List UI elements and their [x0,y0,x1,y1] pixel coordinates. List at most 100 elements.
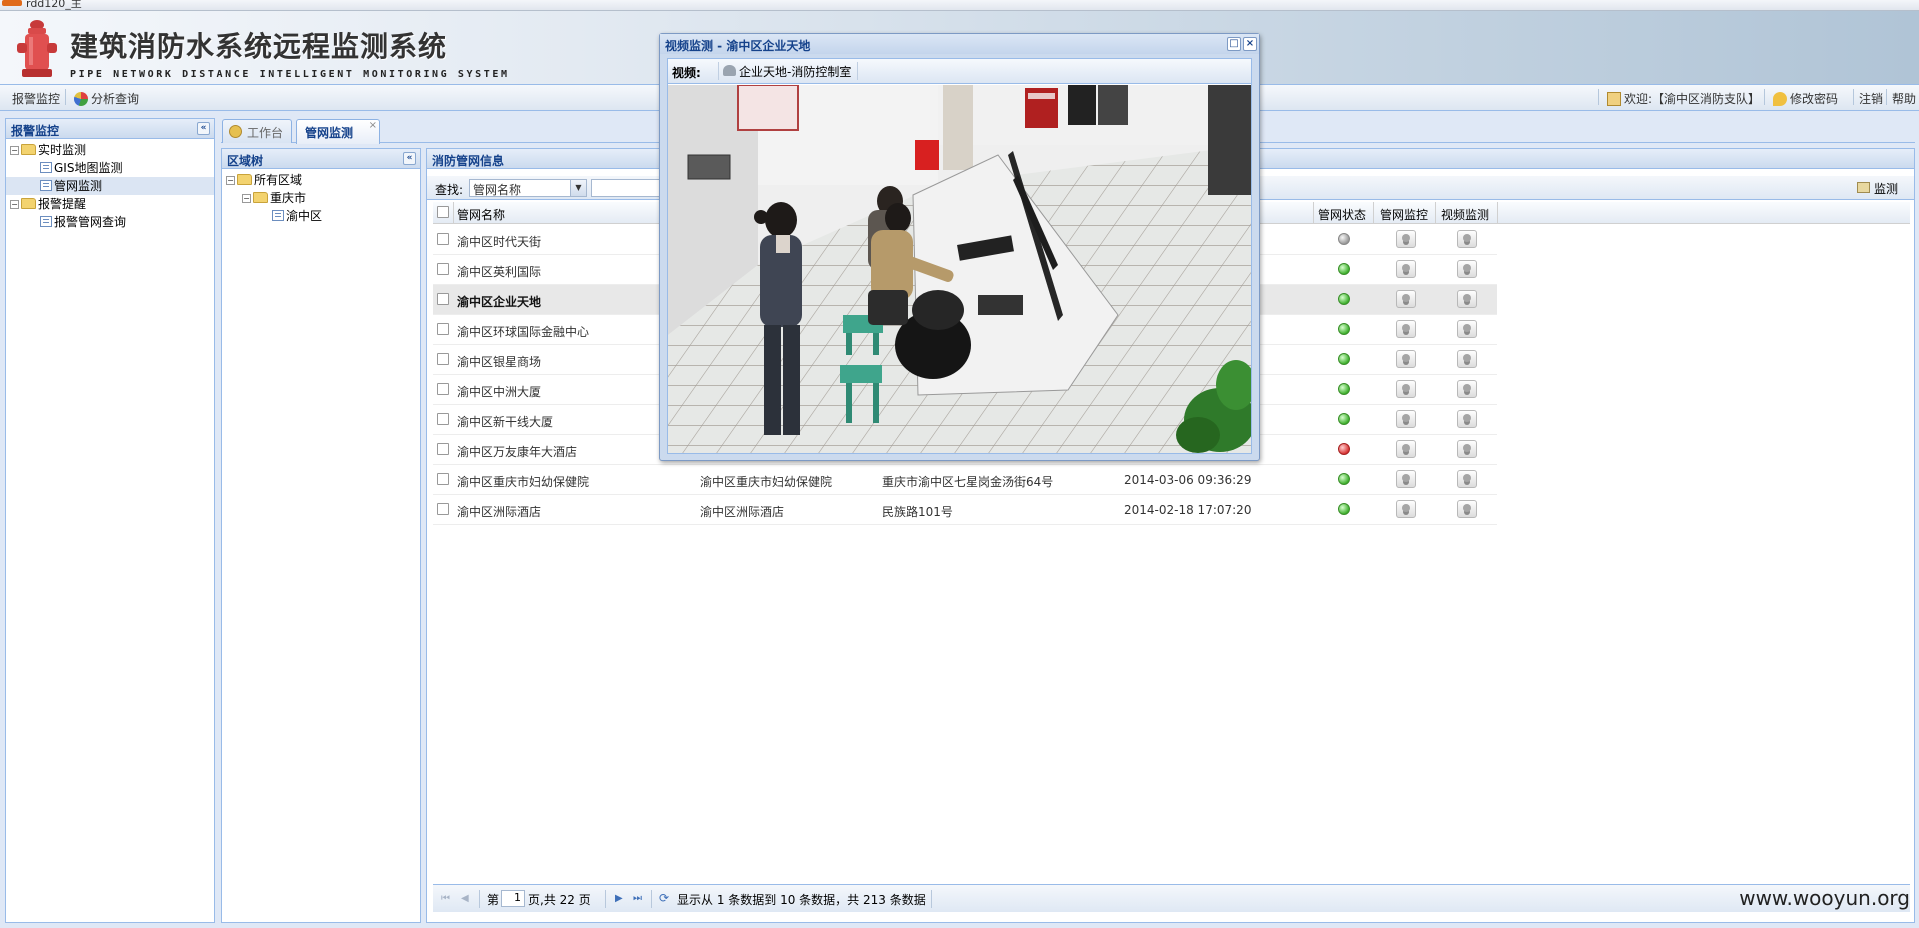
row-checkbox[interactable] [437,413,449,425]
status-green-icon [1338,353,1350,365]
cell-time: 2014-02-18 17:07:20 [1124,503,1252,517]
region-tree-label: 渝中区 [286,209,323,223]
collapse-node-icon[interactable]: − [242,194,251,203]
column-separator [1435,202,1436,224]
pipe-monitor-button[interactable] [1396,500,1416,518]
logout-link[interactable]: 注销 [1859,90,1883,107]
video-monitor-button[interactable] [1457,290,1477,308]
nav-tree-label: 报警提醒 [38,197,87,211]
row-checkbox[interactable] [437,473,449,485]
row-checkbox[interactable] [437,353,449,365]
pipe-monitor-button[interactable] [1396,290,1416,308]
nav-tree-node-alarm-query[interactable]: 报警管网查询 [6,213,214,231]
video-label: 视频: [672,66,701,80]
pipe-monitor-button[interactable] [1396,410,1416,428]
video-window-header[interactable]: 视频监测 - 渝中区企业天地 □ × [660,34,1259,54]
video-monitor-button[interactable] [1457,500,1477,518]
collapse-node-icon[interactable]: − [10,146,19,155]
video-monitor-button[interactable] [1457,230,1477,248]
status-red-icon [1338,443,1350,455]
folder-icon [237,174,252,185]
nav-tree-label: 实时监测 [38,143,87,157]
help-link[interactable]: 帮助 [1892,90,1916,107]
menu-analysis[interactable]: 分析查询 [74,90,139,107]
nav-tree-node-pipe-monitor[interactable]: 管网监测 [6,177,214,195]
video-monitor-button[interactable] [1457,440,1477,458]
video-monitor-window[interactable]: 视频监测 - 渝中区企业天地 □ × 视频: 企业天地-消防控制室 [659,33,1260,461]
column-separator [453,202,454,224]
next-page-icon[interactable]: ▶ [615,893,623,904]
cell-unit: 渝中区洲际酒店 [700,505,785,519]
region-node-all[interactable]: − 所有区域 [222,171,420,189]
collapse-left-button[interactable]: « [197,122,210,135]
monitor-button[interactable]: 监测 [1854,179,1902,197]
camera-name: 企业天地-消防控制室 [739,65,852,79]
nav-tree-node-gis[interactable]: GIS地图监测 [6,159,214,177]
region-panel-header: 区域树 « [222,149,420,169]
camera-feed-image [668,85,1251,453]
chevron-down-icon[interactable]: ▼ [570,180,586,196]
collapse-node-icon[interactable]: − [10,200,19,209]
row-checkbox[interactable] [437,323,449,335]
row-checkbox[interactable] [437,503,449,515]
video-monitor-button[interactable] [1457,470,1477,488]
nav-tree-node-alarm[interactable]: − 报警提醒 [6,195,214,213]
first-page-icon[interactable]: ⏮ [441,893,450,904]
row-checkbox[interactable] [437,263,449,275]
video-monitor-button[interactable] [1457,320,1477,338]
video-monitor-button[interactable] [1457,410,1477,428]
left-nav-title: 报警监控 [11,124,60,138]
row-checkbox[interactable] [437,383,449,395]
pipe-monitor-button[interactable] [1396,260,1416,278]
region-node-yuzhong[interactable]: 渝中区 [222,207,420,225]
column-header-status[interactable]: 管网状态 [1318,206,1366,223]
row-checkbox[interactable] [437,293,449,305]
pipe-monitor-button[interactable] [1396,440,1416,458]
video-monitor-button[interactable] [1457,350,1477,368]
cell-name: 渝中区中洲大厦 [457,385,542,399]
row-checkbox[interactable] [437,233,449,245]
close-icon[interactable]: × [1243,37,1257,51]
status-green-icon [1338,383,1350,395]
status-green-icon [1338,293,1350,305]
change-password-link[interactable]: 修改密码 [1773,90,1838,107]
video-monitor-button[interactable] [1457,260,1477,278]
nav-tree-node-realtime[interactable]: − 实时监测 [6,141,214,159]
search-field-select[interactable]: 管网名称 ▼ [469,179,587,197]
camera-select-button[interactable]: 企业天地-消防控制室 [718,62,859,80]
collapse-node-icon[interactable]: − [226,176,235,185]
row-checkbox[interactable] [437,443,449,455]
prev-page-icon[interactable]: ◀ [461,893,469,904]
welcome-label: 欢迎:【渝中区消防支队】 [1624,92,1761,106]
region-node-chongqing[interactable]: − 重庆市 [222,189,420,207]
menu-alarm-monitor[interactable]: 报警监控 [12,90,60,107]
page-number-input[interactable]: 1 [501,890,525,907]
column-header-video-monitor[interactable]: 视频监测 [1441,206,1489,223]
workbench-icon [229,125,242,138]
collapse-region-button[interactable]: « [403,152,416,165]
refresh-icon[interactable]: ⟳ [659,891,669,905]
grid-panel-title: 消防管网信息 [432,154,505,168]
pipe-monitor-button[interactable] [1396,470,1416,488]
menu-separator [1886,89,1887,105]
column-header-name[interactable]: 管网名称 [457,206,505,223]
last-page-icon[interactable]: ⏭ [633,893,642,904]
table-row[interactable]: 渝中区洲际酒店 渝中区洲际酒店 民族路101号 2014-02-18 17:07:20 [433,495,1497,525]
pipe-monitor-button[interactable] [1396,230,1416,248]
pipe-monitor-button[interactable] [1396,380,1416,398]
nav-tree-label: 管网监测 [54,179,103,193]
pipe-monitor-button[interactable] [1396,320,1416,338]
cell-unit: 渝中区重庆市妇幼保健院 [700,475,833,489]
menu-separator [1764,89,1765,105]
tab-pipe-monitor[interactable]: 管网监测 × [296,119,380,144]
select-all-checkbox[interactable] [437,206,449,218]
video-monitor-button[interactable] [1457,380,1477,398]
pipe-monitor-button[interactable] [1396,350,1416,368]
table-row[interactable]: 渝中区重庆市妇幼保健院 渝中区重庆市妇幼保健院 重庆市渝中区七星岗金汤街64号 201… [433,465,1497,495]
column-header-pipe-monitor[interactable]: 管网监控 [1380,206,1428,223]
maximize-icon[interactable]: □ [1227,37,1241,51]
tab-close-icon[interactable]: × [369,120,377,131]
cell-name: 渝中区英利国际 [457,265,542,279]
tab-workbench[interactable]: 工作台 [222,119,292,143]
search-input[interactable] [591,179,661,197]
